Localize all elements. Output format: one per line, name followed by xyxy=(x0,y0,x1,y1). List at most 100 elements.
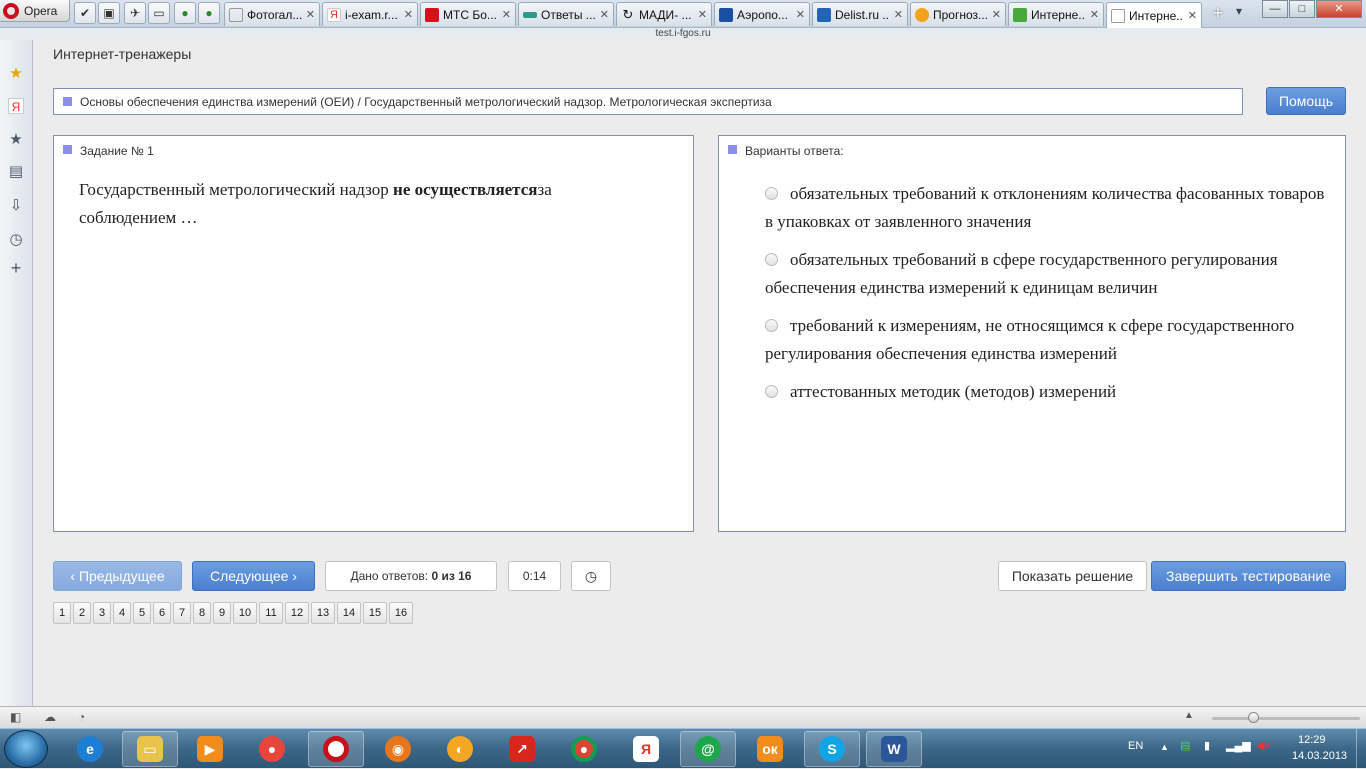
paint-icon[interactable]: ● xyxy=(244,731,300,767)
tab[interactable]: Я i-exam.r... ✕ xyxy=(322,2,418,26)
opera-taskbar-icon[interactable] xyxy=(308,731,364,767)
cloud-icon[interactable]: ☁ xyxy=(44,710,56,724)
close-tab-icon[interactable]: ✕ xyxy=(600,8,609,21)
minimize-button[interactable]: — xyxy=(1262,0,1288,18)
finish-test-button[interactable]: Завершить тестирование xyxy=(1151,561,1346,591)
answer-option[interactable]: обязательных требований к отклонениям ко… xyxy=(765,180,1325,236)
plane-icon[interactable]: ✈ xyxy=(124,2,146,24)
close-tab-icon[interactable]: ✕ xyxy=(502,8,511,21)
answer-option[interactable]: требований к измерениям, не относящимся … xyxy=(765,312,1325,368)
close-tab-icon[interactable]: ✕ xyxy=(404,8,413,21)
tab[interactable]: Ответы ... ✕ xyxy=(518,2,614,26)
show-desktop-button[interactable] xyxy=(1356,729,1366,769)
green-leaf-icon[interactable]: ● xyxy=(198,2,220,24)
answer-option[interactable]: обязательных требований в сфере государс… xyxy=(765,246,1325,302)
page-number-button[interactable]: 4 xyxy=(113,602,131,624)
language-indicator[interactable]: EN xyxy=(1128,740,1143,752)
zoom-slider-handle[interactable] xyxy=(1248,712,1259,723)
next-button[interactable]: Следующее › xyxy=(192,561,315,591)
page-number-button[interactable]: 13 xyxy=(311,602,335,624)
start-button[interactable] xyxy=(4,730,48,768)
answer-option[interactable]: аттестованных методик (методов) измерени… xyxy=(765,378,1325,406)
zoom-slider[interactable] xyxy=(1212,717,1360,720)
radio-button[interactable] xyxy=(765,319,778,332)
close-tab-icon[interactable]: ✕ xyxy=(894,8,903,21)
volume-muted-icon[interactable]: ◀× xyxy=(1256,739,1271,752)
page-number-button[interactable]: 2 xyxy=(73,602,91,624)
tab[interactable]: Фотогал... ✕ xyxy=(224,2,320,26)
tab-active[interactable]: Интерне... ✕ xyxy=(1106,2,1202,28)
notes-icon[interactable]: ▤ xyxy=(8,164,24,180)
pdf-reader-icon[interactable]: ↗ xyxy=(494,731,550,767)
tab[interactable]: ↻ МАДИ- ... ✕ xyxy=(616,2,712,26)
green-leaf-icon[interactable]: ● xyxy=(174,2,196,24)
url-display[interactable]: test.i-fgos.ru xyxy=(0,28,1366,40)
checkmark-icon[interactable]: ✔ xyxy=(74,2,96,24)
history-clock-icon[interactable]: ◷ xyxy=(8,232,24,248)
close-tab-icon[interactable]: ✕ xyxy=(1188,9,1197,22)
radio-button[interactable] xyxy=(765,253,778,266)
tab[interactable]: Аэропо... ✕ xyxy=(714,2,810,26)
page-number-button[interactable]: 12 xyxy=(285,602,309,624)
tab[interactable]: Интерне... ✕ xyxy=(1008,2,1104,26)
bookmarks-icon[interactable]: ★ xyxy=(8,132,24,148)
close-tab-icon[interactable]: ✕ xyxy=(992,8,1001,21)
clock-button[interactable]: ◷ xyxy=(571,561,611,591)
file-explorer-icon[interactable]: ▭ xyxy=(122,731,178,767)
tab[interactable]: Delist.ru ... ✕ xyxy=(812,2,908,26)
page-number-button[interactable]: 11 xyxy=(259,602,283,624)
page-number-button[interactable]: 9 xyxy=(213,602,231,624)
page-number-button[interactable]: 8 xyxy=(193,602,211,624)
chrome-icon[interactable]: ● xyxy=(556,731,612,767)
clock-time[interactable]: 12:29 xyxy=(1298,734,1326,746)
mail-agent-icon[interactable]: @ xyxy=(680,731,736,767)
page-number-button[interactable]: 14 xyxy=(337,602,361,624)
device-icon[interactable]: ▮ xyxy=(1204,739,1210,752)
page-number-button[interactable]: 5 xyxy=(133,602,151,624)
green-app-icon[interactable]: ◐ xyxy=(432,731,488,767)
page-number-button[interactable]: 3 xyxy=(93,602,111,624)
tab[interactable]: Прогноз... ✕ xyxy=(910,2,1006,26)
add-panel-icon[interactable]: + xyxy=(8,259,24,277)
close-tab-icon[interactable]: ✕ xyxy=(698,8,707,21)
yandex-browser-icon[interactable]: Я xyxy=(618,731,674,767)
page-number-button[interactable]: 10 xyxy=(233,602,257,624)
opera-menu-button[interactable]: Opera xyxy=(0,0,70,22)
page-number-button[interactable]: 7 xyxy=(173,602,191,624)
close-button[interactable]: ✕ xyxy=(1316,0,1362,18)
previous-button[interactable]: ‹ Предыдущее xyxy=(53,561,182,591)
battery-icon[interactable]: ▤ xyxy=(1180,739,1190,752)
new-tab-icon[interactable]: + xyxy=(1208,4,1228,24)
signal-icon[interactable]: ▂▄▆ xyxy=(1226,739,1251,752)
page-number-button[interactable]: 6 xyxy=(153,602,171,624)
show-solution-button[interactable]: Показать решение xyxy=(998,561,1147,591)
word-icon[interactable]: W xyxy=(866,731,922,767)
page-number-button[interactable]: 1 xyxy=(53,602,71,624)
tray-expand-icon[interactable]: ▲ xyxy=(1160,742,1169,752)
bookmark-bar-icon[interactable]: ▣ xyxy=(98,2,120,24)
internet-explorer-icon[interactable]: e xyxy=(62,731,118,767)
maximize-button[interactable]: □ xyxy=(1289,0,1315,18)
yandex-icon[interactable]: Я xyxy=(8,98,24,114)
media-player-icon[interactable]: ▶ xyxy=(182,731,238,767)
page-number-button[interactable]: 15 xyxy=(363,602,387,624)
zoom-up-icon[interactable]: ▲ xyxy=(1184,710,1194,721)
speedometer-icon[interactable]: ◔ xyxy=(78,710,85,724)
radio-button[interactable] xyxy=(765,385,778,398)
close-tab-icon[interactable]: ✕ xyxy=(306,8,315,21)
close-tab-icon[interactable]: ✕ xyxy=(1090,8,1099,21)
page-number-button[interactable]: 16 xyxy=(389,602,413,624)
clock-date[interactable]: 14.03.2013 xyxy=(1292,750,1347,762)
odnoklassniki-icon[interactable]: ок xyxy=(742,731,798,767)
skype-icon[interactable]: S xyxy=(804,731,860,767)
close-tab-icon[interactable]: ✕ xyxy=(796,8,805,21)
radio-button[interactable] xyxy=(765,187,778,200)
firefox-icon[interactable]: ◉ xyxy=(370,731,426,767)
tab[interactable]: МТС Бо... ✕ xyxy=(420,2,516,26)
downloads-icon[interactable]: ⇩ xyxy=(8,198,24,214)
help-button[interactable]: Помощь xyxy=(1266,87,1346,115)
tab-menu-icon[interactable]: ▾ xyxy=(1236,4,1242,18)
star-bookmark-icon[interactable]: ★ xyxy=(8,66,24,82)
panel-toggle-icon[interactable]: ◧ xyxy=(10,710,21,724)
monitor-icon[interactable]: ▭ xyxy=(148,2,170,24)
